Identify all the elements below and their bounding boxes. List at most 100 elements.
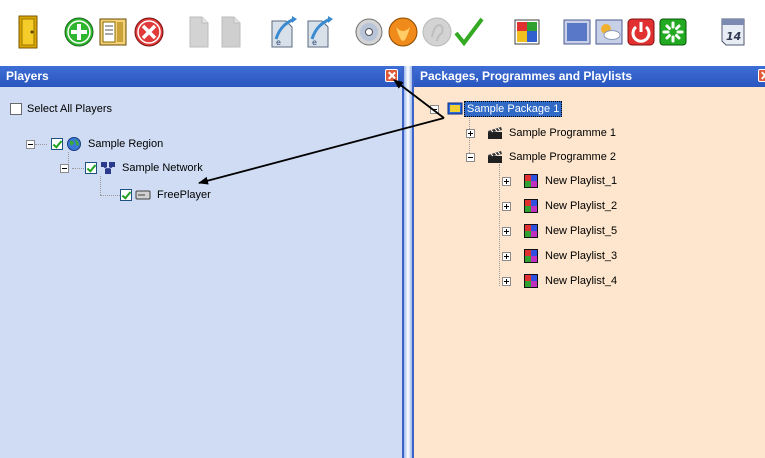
power-icon	[627, 18, 655, 46]
add-icon	[64, 17, 94, 47]
orange-circle-icon	[388, 17, 418, 47]
power-button[interactable]	[624, 12, 658, 52]
tree-node-package[interactable]: Sample Package 1	[430, 101, 563, 117]
players-panel-title: Players	[6, 69, 49, 83]
playlist-label: New Playlist_5	[545, 225, 618, 237]
display-icon	[563, 19, 591, 45]
playlist-icon	[524, 249, 538, 263]
playlist-icon	[524, 199, 538, 213]
playlist-expand-toggle[interactable]	[502, 276, 511, 286]
network-icon	[101, 162, 115, 174]
svg-text:e: e	[312, 38, 317, 47]
playlist-expand-toggle[interactable]	[502, 201, 511, 211]
calendar-icon: 14	[721, 18, 745, 46]
package-icon	[447, 102, 463, 115]
refresh-button[interactable]	[656, 12, 690, 52]
properties-icon	[99, 18, 127, 46]
tree-node-network[interactable]: Sample Network	[60, 160, 205, 176]
players-panel-header: Players	[0, 66, 402, 87]
select-all-players-row[interactable]: Select All Players	[10, 101, 114, 117]
import-icon: e	[271, 16, 297, 48]
playlist-icon	[524, 274, 538, 288]
checkmark-icon	[454, 17, 484, 47]
packages-panel: Packages, Programmes and Playlists Sampl…	[412, 66, 765, 458]
playlist-expand-toggle[interactable]	[502, 251, 511, 261]
select-all-players-label: Select All Players	[27, 103, 112, 115]
properties-button[interactable]	[96, 12, 130, 52]
tree-node-playlist[interactable]: New Playlist_2	[502, 198, 619, 214]
players-panel: Players Select All Players Sample Region	[0, 66, 404, 458]
network-checkbox[interactable]	[85, 162, 97, 174]
disc-button[interactable]	[352, 12, 386, 52]
programme-1-expand-toggle[interactable]	[466, 128, 475, 138]
add-button[interactable]	[62, 12, 96, 52]
weather-button[interactable]	[592, 12, 626, 52]
tree-node-region[interactable]: Sample Region	[26, 136, 165, 152]
clapperboard-icon	[488, 127, 502, 139]
tree-node-player[interactable]: FreePlayer	[120, 187, 213, 203]
player-checkbox[interactable]	[120, 189, 132, 201]
player-device-icon	[135, 190, 151, 200]
tree-connector	[100, 176, 101, 195]
globe-icon	[67, 137, 81, 151]
tree-node-playlist[interactable]: New Playlist_4	[502, 273, 619, 289]
programme-2-collapse-toggle[interactable]	[466, 152, 475, 162]
packages-panel-header: Packages, Programmes and Playlists	[414, 66, 765, 87]
select-all-players-checkbox[interactable]	[10, 103, 22, 115]
tree-connector	[499, 164, 500, 286]
disc-icon	[355, 18, 383, 46]
tree-node-programme-2[interactable]: Sample Programme 2	[466, 149, 618, 165]
package-label: Sample Package 1	[464, 101, 563, 117]
calendar-day-number: 14	[726, 30, 741, 43]
copy-button[interactable]	[182, 12, 216, 52]
calendar-button[interactable]: 14	[716, 12, 750, 52]
display-button[interactable]	[560, 12, 594, 52]
playlist-expand-toggle[interactable]	[502, 226, 511, 236]
exit-button[interactable]	[12, 12, 46, 52]
copy-disabled-icon	[189, 16, 209, 48]
svg-text:e: e	[276, 38, 281, 47]
region-collapse-toggle[interactable]	[26, 139, 35, 149]
paste-button[interactable]	[214, 12, 248, 52]
packages-panel-title: Packages, Programmes and Playlists	[420, 69, 633, 83]
region-checkbox[interactable]	[51, 138, 63, 150]
color-blocks-icon	[514, 19, 540, 45]
clapperboard-icon	[488, 151, 502, 163]
tree-node-playlist[interactable]: New Playlist_5	[502, 223, 619, 239]
playlist-label: New Playlist_3	[545, 250, 618, 262]
panel-splitter[interactable]	[404, 66, 412, 458]
weather-icon	[595, 19, 623, 45]
paste-disabled-icon	[221, 16, 241, 48]
export-button[interactable]: e	[302, 12, 336, 52]
player-label: FreePlayer	[157, 189, 211, 201]
programme-2-label: Sample Programme 2	[509, 151, 616, 163]
players-panel-close-icon[interactable]	[385, 69, 398, 82]
delete-icon	[134, 17, 164, 47]
package-collapse-toggle[interactable]	[430, 104, 439, 114]
region-label: Sample Region	[88, 138, 164, 150]
delete-button[interactable]	[132, 12, 166, 52]
exit-door-icon	[18, 15, 38, 49]
grey-circle-icon	[422, 17, 452, 47]
orange-action-button[interactable]	[386, 12, 420, 52]
playlist-label: New Playlist_1	[545, 175, 618, 187]
confirm-button[interactable]	[452, 12, 486, 52]
playlist-label: New Playlist_4	[545, 275, 618, 287]
tree-node-programme-1[interactable]: Sample Programme 1	[466, 125, 618, 141]
network-collapse-toggle[interactable]	[60, 163, 69, 173]
packages-panel-close-icon[interactable]	[758, 69, 765, 82]
tree-connector	[100, 195, 120, 196]
green-spinner-icon	[659, 18, 687, 46]
export-icon: e	[307, 16, 333, 48]
tree-node-playlist[interactable]: New Playlist_3	[502, 248, 619, 264]
grey-action-button[interactable]	[420, 12, 454, 52]
programme-1-label: Sample Programme 1	[509, 127, 616, 139]
layout-button[interactable]	[510, 12, 544, 52]
network-label: Sample Network	[122, 162, 203, 174]
playlist-label: New Playlist_2	[545, 200, 618, 212]
import-button[interactable]: e	[266, 12, 300, 52]
playlist-expand-toggle[interactable]	[502, 176, 511, 186]
tree-node-playlist[interactable]: New Playlist_1	[502, 173, 619, 189]
playlist-icon	[524, 174, 538, 188]
toolbar: e e 14	[0, 0, 765, 66]
